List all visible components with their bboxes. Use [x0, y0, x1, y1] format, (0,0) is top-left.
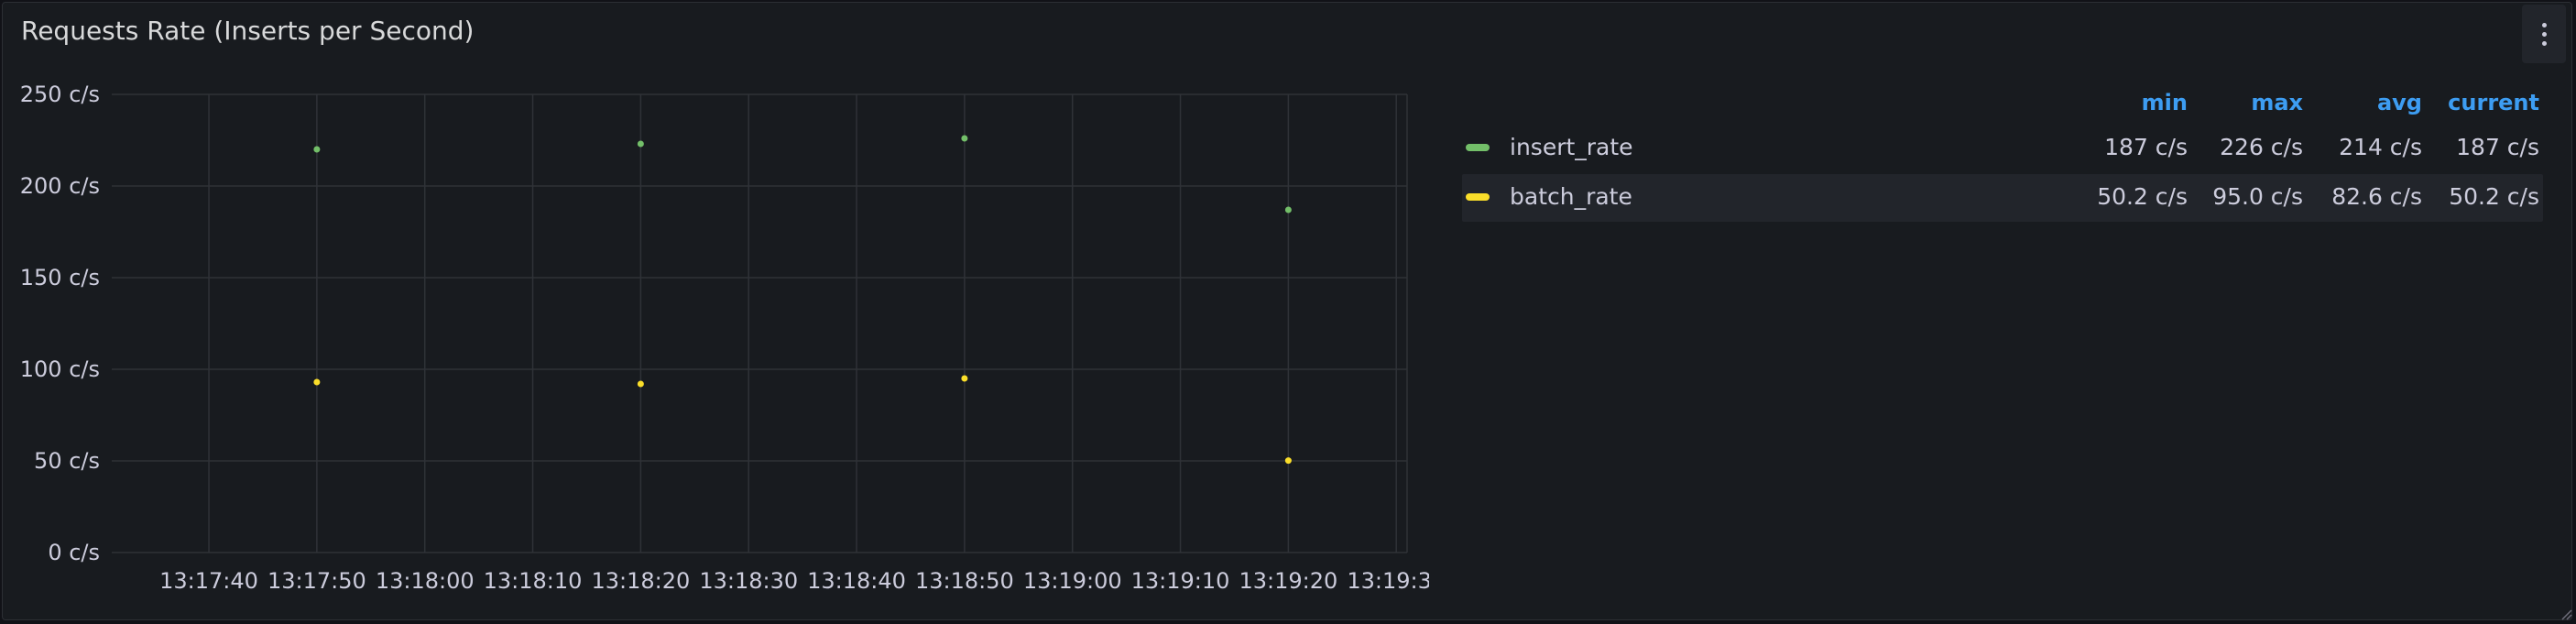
chart-area[interactable]: 0 c/s50 c/s100 c/s150 c/s200 c/s250 c/s …: [0, 0, 1429, 624]
data-point-insert-rate: [637, 140, 644, 148]
legend-value-min: 50.2 c/s: [2097, 183, 2188, 210]
data-point-insert-rate: [1284, 206, 1292, 213]
legend-series-name[interactable]: batch_rate: [1510, 183, 1632, 210]
y-tick-label: 150 c/s: [20, 265, 100, 290]
x-tick-label: 13:18:00: [376, 568, 475, 594]
x-tick-label: 13:18:40: [807, 568, 906, 594]
legend-value-current: 187 c/s: [2456, 134, 2539, 160]
legend-col-min[interactable]: min: [2142, 90, 2188, 115]
x-tick-label: 13:18:30: [699, 568, 798, 594]
y-tick-label: 200 c/s: [20, 173, 100, 199]
kebab-menu-icon: [2541, 22, 2547, 27]
data-point-insert-rate: [313, 146, 321, 153]
y-tick-label: 0 c/s: [48, 540, 100, 565]
data-point-batch-rate: [1284, 457, 1292, 465]
legend-value-max: 226 c/s: [2220, 134, 2303, 160]
legend-header: min max avg current: [1462, 86, 2543, 123]
x-tick-label: 13:19:30: [1347, 568, 1429, 594]
legend-value-current: 50.2 c/s: [2449, 183, 2539, 210]
x-tick-label: 13:17:40: [159, 568, 258, 594]
legend-value-max: 95.0 c/s: [2212, 183, 2303, 210]
y-tick-label: 250 c/s: [20, 82, 100, 107]
legend-row-batch-rate[interactable]: batch_rate 50.2 c/s 95.0 c/s 82.6 c/s 50…: [1462, 174, 2543, 222]
x-tick-label: 13:19:10: [1131, 568, 1230, 594]
y-tick-label: 100 c/s: [20, 356, 100, 382]
x-tick-label: 13:18:50: [915, 568, 1014, 594]
legend-value-avg: 214 c/s: [2339, 134, 2422, 160]
data-point-batch-rate: [313, 378, 321, 386]
data-point-batch-rate: [961, 375, 968, 382]
data-point-insert-rate: [961, 135, 968, 142]
y-tick-label: 50 c/s: [34, 448, 100, 474]
panel-menu-button[interactable]: [2522, 5, 2566, 63]
resize-handle-icon[interactable]: [2560, 608, 2572, 620]
x-tick-label: 13:18:10: [484, 568, 583, 594]
series-color-swatch[interactable]: [1466, 193, 1490, 201]
chart-grid: [112, 93, 1408, 553]
chart-points: [313, 135, 1292, 465]
legend-col-max[interactable]: max: [2251, 90, 2303, 115]
x-tick-label: 13:18:20: [591, 568, 690, 594]
legend-row-insert-rate[interactable]: insert_rate 187 c/s 226 c/s 214 c/s 187 …: [1462, 125, 2543, 172]
x-tick-label: 13:17:50: [267, 568, 366, 594]
legend-col-current[interactable]: current: [2448, 90, 2539, 115]
legend-table: min max avg current insert_rate 187 c/s …: [1462, 86, 2543, 222]
legend-series-name[interactable]: insert_rate: [1510, 134, 1633, 160]
data-point-batch-rate: [637, 380, 644, 388]
y-axis: 0 c/s 50 c/s 100 c/s 150 c/s 200 c/s 250 c/s: [20, 82, 100, 565]
x-axis: 13:17:40 13:17:50 13:18:00 13:18:10 13:18:20…: [159, 568, 1429, 594]
series-color-swatch[interactable]: [1466, 144, 1490, 151]
x-tick-label: 13:19:20: [1239, 568, 1337, 594]
legend-value-avg: 82.6 c/s: [2331, 183, 2422, 210]
legend-value-min: 187 c/s: [2104, 134, 2188, 160]
x-tick-label: 13:19:00: [1023, 568, 1122, 594]
legend-col-avg[interactable]: avg: [2377, 90, 2422, 115]
